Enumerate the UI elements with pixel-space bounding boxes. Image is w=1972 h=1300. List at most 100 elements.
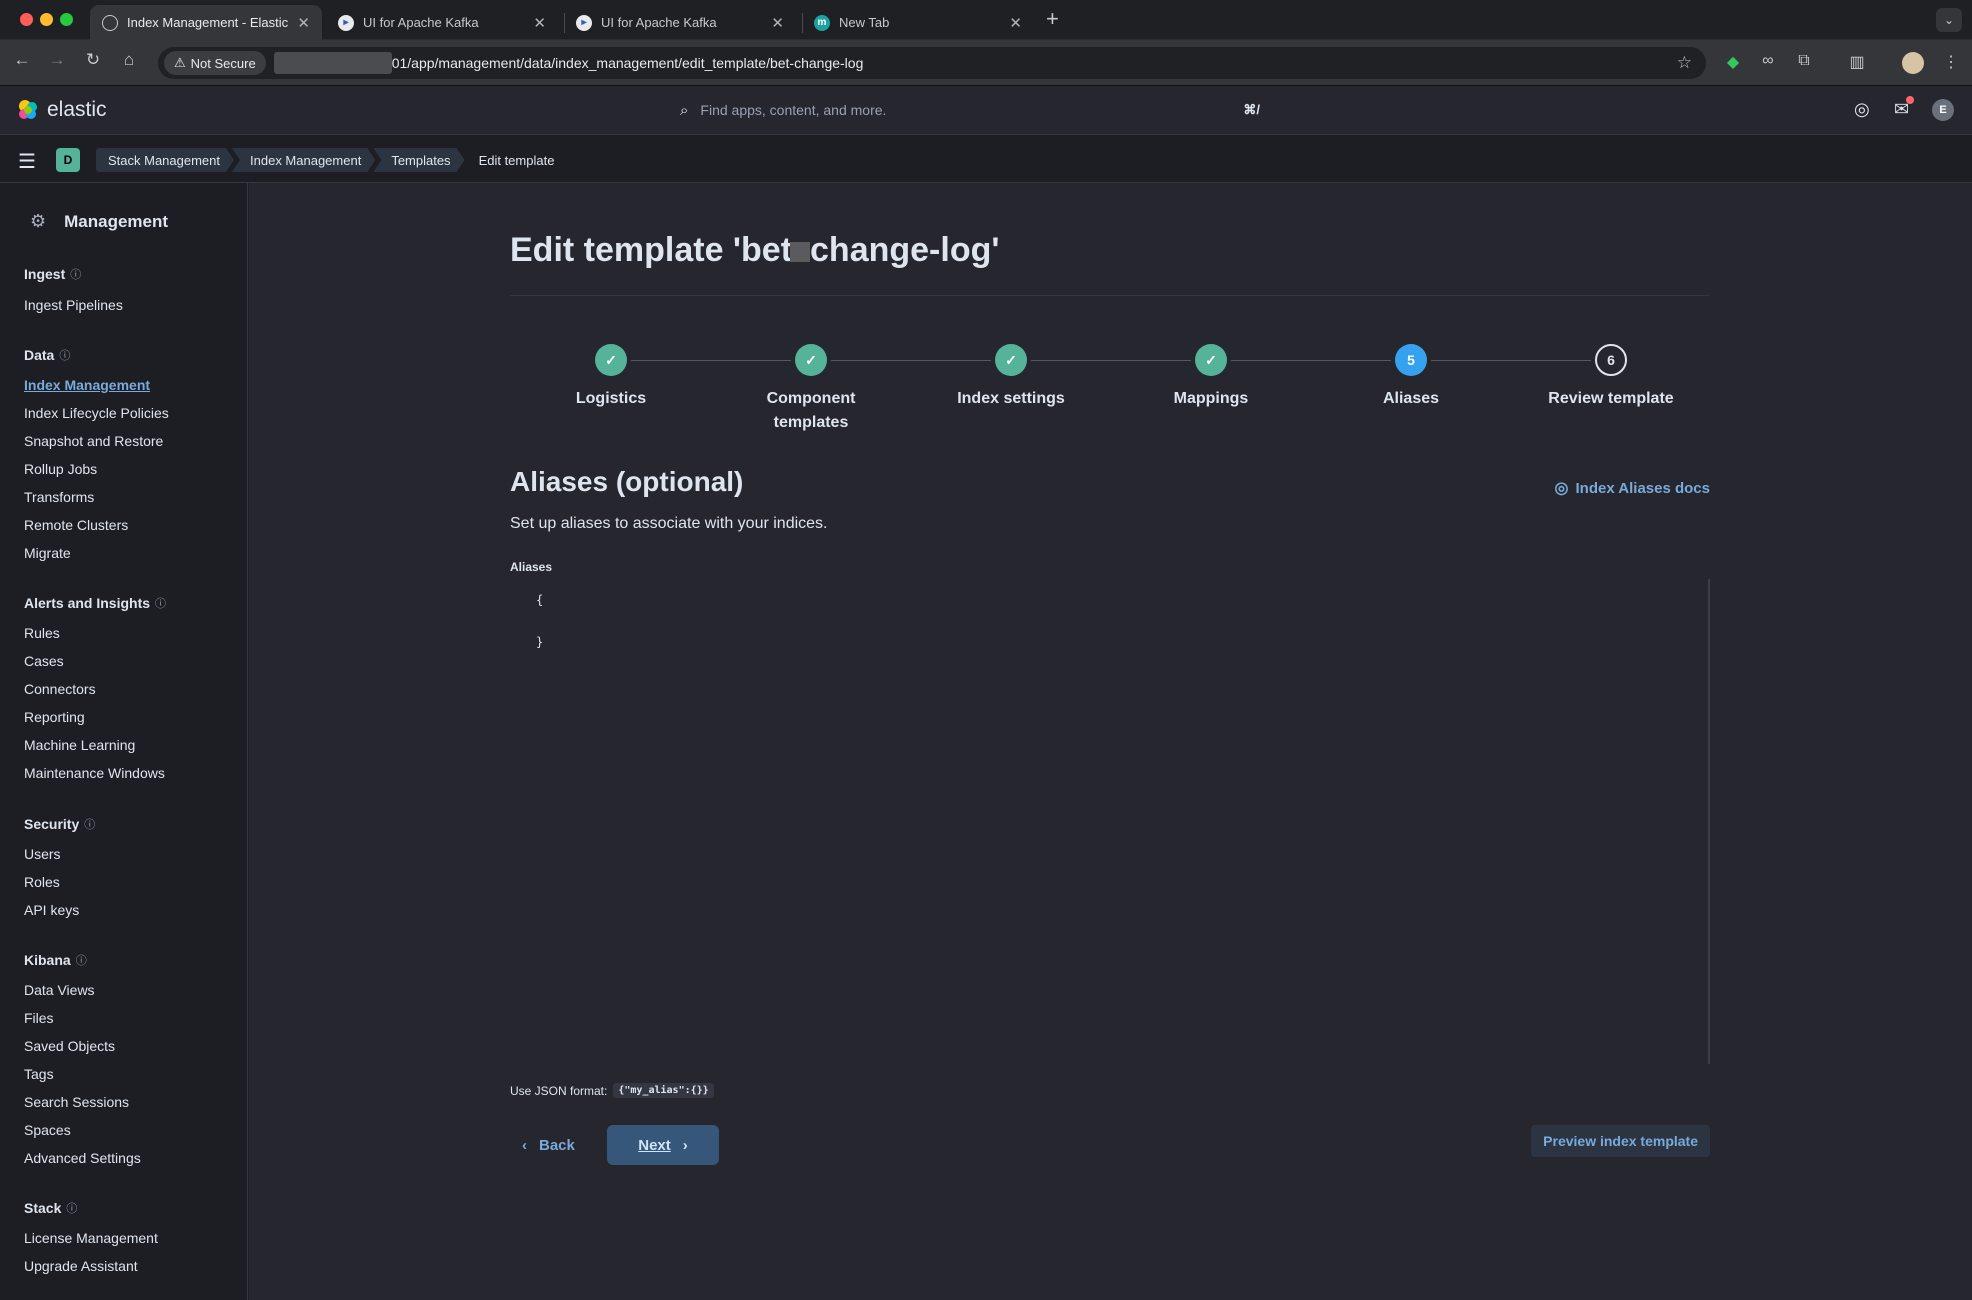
brand-name[interactable]: elastic [47, 98, 107, 122]
section-title: Aliases (optional) [510, 466, 744, 497]
sidebar-item-connectors[interactable]: Connectors [24, 681, 96, 697]
step-mappings[interactable]: ✓ Mappings [1111, 344, 1311, 411]
breadcrumb-edit-template: Edit template [478, 152, 555, 168]
index-aliases-docs-link[interactable]: ◎ Index Aliases docs [1555, 478, 1710, 498]
search-icon: ⌕ [680, 101, 689, 119]
step-number: 6 [1595, 344, 1627, 376]
sidebar-item-transforms[interactable]: Transforms [24, 489, 94, 505]
space-avatar[interactable]: D [56, 148, 80, 172]
sidebar-item-snapshot-and-restore[interactable]: Snapshot and Restore [24, 433, 163, 449]
sidebar-item-saved-objects[interactable]: Saved Objects [24, 1038, 115, 1054]
notification-dot [1906, 96, 1914, 104]
sidebar-item-advanced-settings[interactable]: Advanced Settings [24, 1150, 141, 1166]
sidebar-item-index-lifecycle-policies[interactable]: Index Lifecycle Policies [24, 405, 169, 421]
profile-avatar[interactable] [1902, 52, 1924, 74]
json-format-help: Use JSON format: {"my_alias":{}} [510, 1083, 714, 1098]
check-icon: ✓ [795, 344, 827, 376]
main-content: Edit template 'bet change-log' ✓ Logistic… [249, 183, 1972, 1300]
sidebar-item-roles[interactable]: Roles [24, 874, 60, 890]
maximize-window-button[interactable] [60, 13, 73, 26]
page-title: Edit template 'bet change-log' [510, 231, 1000, 269]
step-number: 5 [1395, 344, 1427, 376]
check-icon: ✓ [1195, 344, 1227, 376]
close-tab-icon[interactable]: ✕ [297, 14, 310, 32]
aliases-field-label: Aliases [510, 560, 553, 574]
breadcrumb-index-management[interactable]: Index Management [232, 148, 375, 172]
sidebar-group-data: Data ⓘ [24, 347, 71, 363]
extension-icon[interactable]: ◆ [1722, 52, 1744, 72]
sidebar-group-security: Security ⓘ [24, 816, 96, 832]
minimize-window-button[interactable] [40, 13, 53, 26]
sidebar-item-spaces[interactable]: Spaces [24, 1122, 71, 1138]
global-search-input[interactable]: ⌕ Find apps, content, and more. ⌘/ [680, 94, 1280, 126]
close-window-button[interactable] [20, 13, 33, 26]
sidebar-item-maintenance-windows[interactable]: Maintenance Windows [24, 765, 165, 781]
tab-search-button[interactable]: ⌄ [1936, 8, 1962, 32]
sidebar-item-rollup-jobs[interactable]: Rollup Jobs [24, 461, 97, 477]
help-icon[interactable]: ◎ [1854, 99, 1870, 120]
close-tab-icon[interactable]: ✕ [533, 14, 546, 32]
reload-icon[interactable]: ↻ [81, 50, 105, 70]
sidebar-item-machine-learning[interactable]: Machine Learning [24, 737, 135, 753]
step-component-templates[interactable]: ✓ Component templates [711, 344, 911, 435]
sidebar-item-upgrade-assistant[interactable]: Upgrade Assistant [24, 1258, 138, 1274]
aliases-code-editor[interactable]: { } [510, 579, 1710, 1064]
breadcrumb-bar: ☰ D Stack Management Index Management Te… [0, 135, 1972, 183]
sidebar-item-api-keys[interactable]: API keys [24, 902, 79, 918]
new-tab-favicon-icon: m [814, 14, 830, 31]
breadcrumb-templates[interactable]: Templates [373, 148, 464, 172]
sidebar-item-index-management[interactable]: Index Management [24, 377, 150, 393]
sidebar-item-tags[interactable]: Tags [24, 1066, 54, 1082]
breadcrumb-stack-management[interactable]: Stack Management [96, 148, 234, 172]
browser-tab[interactable]: ▸ UI for Apache Kafka ✕ [564, 5, 796, 40]
back-button[interactable]: ‹ Back [510, 1125, 587, 1165]
elastic-logo-icon[interactable] [16, 98, 40, 122]
step-review-template[interactable]: 6 Review template [1511, 344, 1711, 411]
info-icon: ⓘ [70, 269, 82, 281]
more-menu-icon[interactable]: ⋮ [1940, 52, 1962, 72]
step-logistics[interactable]: ✓ Logistics [511, 344, 711, 411]
preview-index-template-button[interactable]: Preview index template [1531, 1125, 1710, 1157]
warning-icon: ⚠ [174, 55, 186, 70]
sidebar-item-remote-clusters[interactable]: Remote Clusters [24, 517, 128, 533]
info-icon: ⓘ [75, 955, 87, 967]
sidebar-item-license-management[interactable]: License Management [24, 1230, 158, 1246]
info-icon: ⓘ [66, 1203, 78, 1215]
forward-arrow-icon[interactable]: → [45, 50, 69, 70]
next-button[interactable]: Next › [607, 1125, 719, 1165]
menu-hamburger-icon[interactable]: ☰ [18, 149, 36, 174]
json-example: {"my_alias":{}} [613, 1083, 714, 1098]
sidebar-item-search-sessions[interactable]: Search Sessions [24, 1094, 129, 1110]
browser-tab[interactable]: ▸ UI for Apache Kafka ✕ [326, 5, 558, 40]
close-tab-icon[interactable]: ✕ [1009, 14, 1022, 32]
code-line: } [536, 635, 544, 649]
new-tab-button[interactable]: + [1046, 6, 1059, 32]
side-panel-icon[interactable]: ▥ [1846, 52, 1868, 72]
help-icon: ◎ [1554, 480, 1569, 497]
sidebar-item-migrate[interactable]: Migrate [24, 545, 71, 561]
browser-tab[interactable]: m New Tab ✕ [802, 5, 1034, 40]
step-aliases[interactable]: 5 Aliases [1311, 344, 1511, 411]
step-index-settings[interactable]: ✓ Index settings [911, 344, 1111, 411]
security-indicator[interactable]: ⚠ Not Secure [164, 51, 266, 75]
browser-tab[interactable]: Index Management - Elastic ✕ [90, 5, 322, 40]
sidebar-item-users[interactable]: Users [24, 846, 61, 862]
sidebar-item-data-views[interactable]: Data Views [24, 982, 95, 998]
address-bar[interactable]: ⚠ Not Secure 01/app/management/data/inde… [158, 47, 1706, 79]
bookmark-star-icon[interactable]: ☆ [1677, 53, 1692, 73]
sidebar-item-reporting[interactable]: Reporting [24, 709, 85, 725]
extension-icon[interactable]: ∞ [1757, 52, 1779, 70]
sidebar-item-rules[interactable]: Rules [24, 625, 60, 641]
sidebar-item-cases[interactable]: Cases [24, 653, 64, 669]
close-tab-icon[interactable]: ✕ [771, 14, 784, 32]
redacted-host [273, 52, 392, 74]
user-avatar[interactable]: E [1932, 99, 1954, 121]
sidebar-group-stack: Stack ⓘ [24, 1200, 78, 1216]
sidebar-item-files[interactable]: Files [24, 1010, 54, 1026]
kafka-favicon-icon: ▸ [338, 14, 354, 31]
back-arrow-icon[interactable]: ← [10, 50, 34, 70]
sidebar-group-alerts-and-insights: Alerts and Insights ⓘ [24, 595, 167, 611]
home-icon[interactable]: ⌂ [117, 50, 141, 70]
sidebar-item-ingest-pipelines[interactable]: Ingest Pipelines [24, 297, 123, 313]
puzzle-icon[interactable]: ⧉ [1793, 52, 1815, 70]
